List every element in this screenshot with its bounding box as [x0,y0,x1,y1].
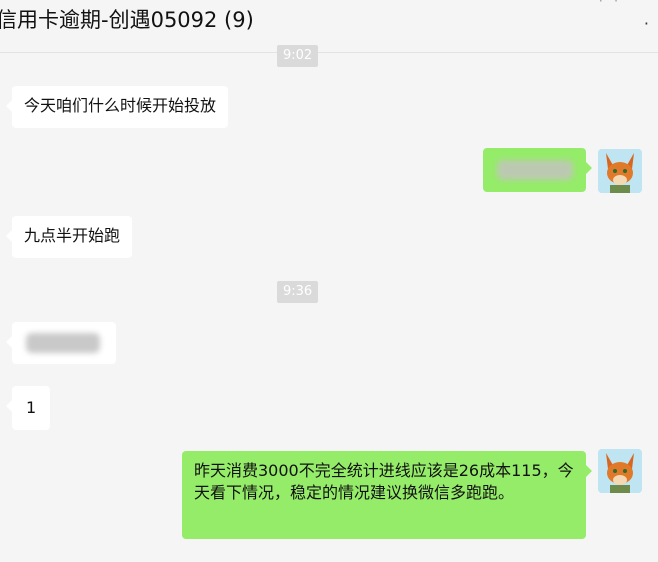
message-bubble-incoming[interactable]: 1 [5,386,51,430]
window-controls: · · [598,0,618,8]
redacted-content [497,160,573,180]
fox-avatar-icon [598,149,642,193]
timestamp: 9:36 [277,281,319,303]
chat-header: · · 信用卡逾期-创遇05092 (9) · [0,0,658,53]
timestamp: 9:02 [277,45,319,67]
chat-title[interactable]: 信用卡逾期-创遇05092 (9) [0,4,254,34]
fox-avatar-icon [598,449,642,493]
message-bubble-outgoing-redacted[interactable] [483,148,592,192]
avatar[interactable] [598,149,642,193]
avatar[interactable] [598,449,642,493]
message-bubble-outgoing[interactable]: 昨天消费3000不完全统计进线应该是26成本115，今天看下情况，稳定的情况建议… [182,451,592,539]
message-bubble-incoming[interactable]: 今天咱们什么时候开始投放 [5,86,229,128]
more-dots-icon[interactable]: · [644,14,650,33]
message-bubble-incoming-redacted[interactable] [6,322,116,364]
chat-area: 9:02 今天咱们什么时候开始投放 九点半开始跑 9:36 1 昨天消费3000… [0,45,658,562]
message-bubble-incoming[interactable]: 九点半开始跑 [5,216,133,258]
redacted-content [26,333,100,353]
